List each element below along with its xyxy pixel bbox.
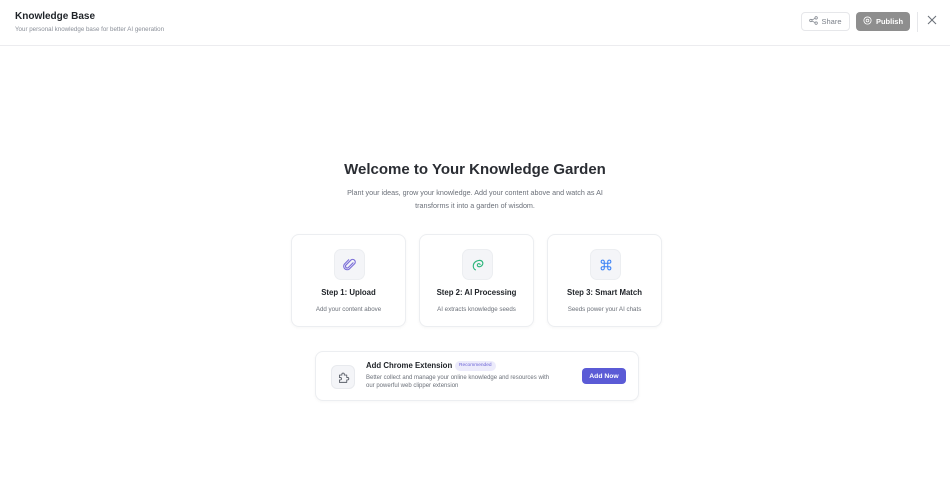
welcome-title: Welcome to Your Knowledge Garden <box>344 161 606 178</box>
step-title: Step 1: Upload <box>321 288 376 297</box>
command-icon <box>590 249 621 280</box>
add-now-button[interactable]: Add Now <box>582 368 626 384</box>
page-title: Knowledge Base <box>15 11 96 22</box>
welcome-subtitle: Plant your ideas, grow your knowledge. A… <box>347 188 603 210</box>
paperclip-icon <box>334 249 365 280</box>
page-subtitle: Your personal knowledge base for better … <box>15 26 165 33</box>
extension-title: Add Chrome Extension <box>366 361 453 370</box>
publish-button[interactable]: Publish <box>856 12 910 31</box>
step-title: Step 2: AI Processing <box>436 288 517 297</box>
header: Knowledge Base Your personal knowledge b… <box>0 0 950 46</box>
share-label: Share <box>821 17 842 26</box>
globe-icon <box>863 16 872 27</box>
step-desc: AI extracts knowledge seeds <box>437 306 516 313</box>
step-desc: Add your content above <box>315 306 382 313</box>
seed-icon <box>462 249 493 280</box>
step-card-upload: Step 1: Upload Add your content above <box>291 234 406 327</box>
step-card-ai-processing: Step 2: AI Processing AI extracts knowle… <box>419 234 534 327</box>
close-icon <box>927 12 937 30</box>
share-icon <box>809 16 819 27</box>
header-divider <box>917 12 918 32</box>
recommended-badge: Recommended <box>455 361 496 371</box>
publish-label: Publish <box>875 17 904 26</box>
extension-description: Better collect and manage your online kn… <box>366 375 550 389</box>
chrome-extension-card: Add Chrome Extension Recommended Better … <box>315 351 639 401</box>
step-title: Step 3: Smart Match <box>567 288 642 297</box>
step-card-smart-match: Step 3: Smart Match Seeds power your AI … <box>547 234 662 327</box>
share-button[interactable]: Share <box>801 12 850 31</box>
close-button[interactable] <box>924 13 940 29</box>
puzzle-icon <box>331 365 355 389</box>
step-desc: Seeds power your AI chats <box>567 306 642 313</box>
